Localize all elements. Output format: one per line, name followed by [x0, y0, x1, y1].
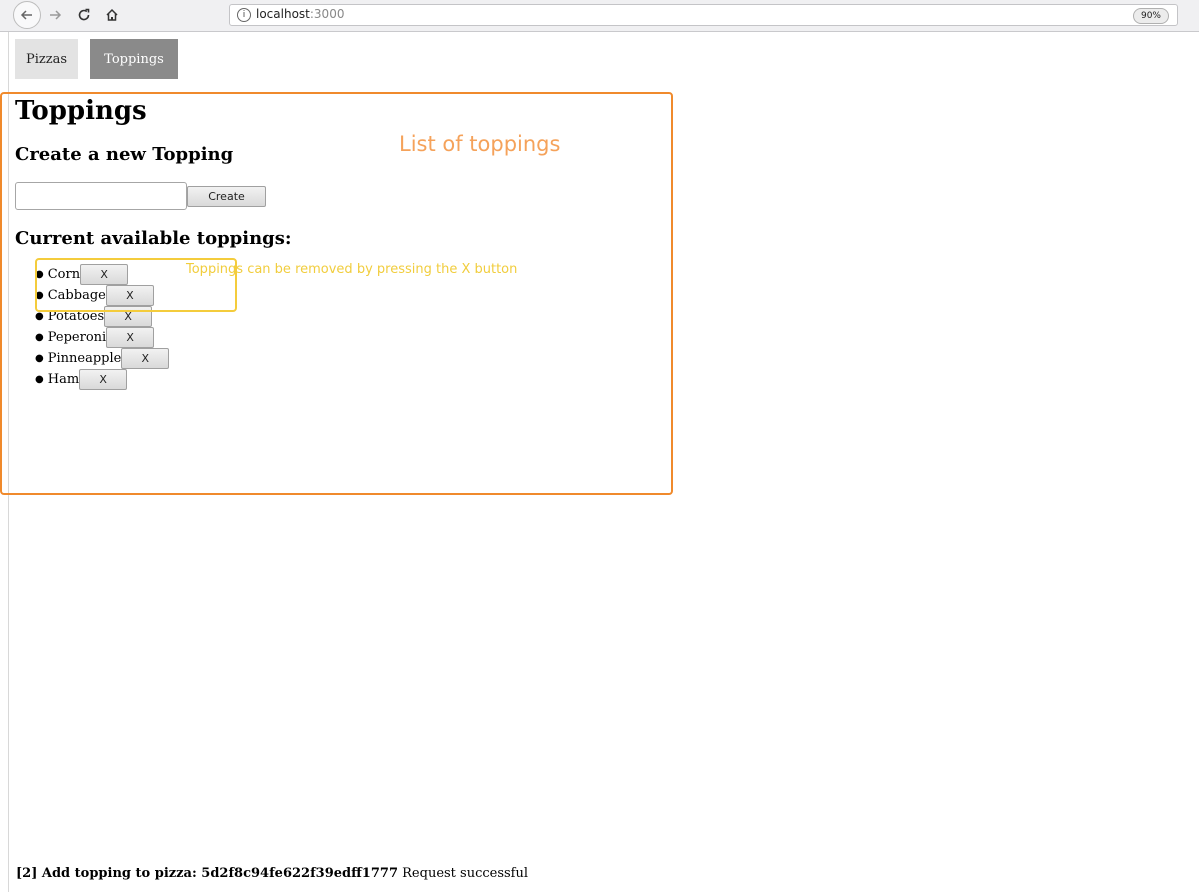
create-button[interactable]: Create [187, 186, 266, 207]
create-topping-heading: Create a new Topping [15, 144, 234, 165]
browser-toolbar: i localhost:3000 90% [0, 0, 1199, 32]
topping-name: Pinneapple [47, 351, 122, 366]
bullet-icon: ● [35, 311, 44, 322]
page-title: Toppings [15, 96, 147, 126]
bullet-icon: ● [35, 374, 44, 385]
topping-list-item: ● Peperoni X [35, 327, 155, 348]
remove-topping-button[interactable]: X [121, 348, 170, 369]
available-toppings-heading: Current available toppings: [15, 228, 292, 249]
nav-tab-pizzas[interactable]: Pizzas [15, 39, 78, 79]
status-request-info: [2] Add topping to pizza: 5d2f8c94fe622f… [16, 866, 398, 881]
home-icon [106, 8, 118, 21]
annotation-label-toppings-list: List of toppings [399, 132, 561, 156]
remove-topping-button[interactable]: X [79, 369, 128, 390]
status-message: Request successful [402, 866, 529, 881]
url-bar[interactable]: i localhost:3000 90% [229, 4, 1178, 26]
topping-list-item: ● Ham X [35, 369, 128, 390]
zoom-badge[interactable]: 90% [1132, 8, 1169, 24]
url-host: localhost [256, 7, 310, 21]
reload-button[interactable] [72, 3, 96, 27]
reload-icon [78, 8, 90, 21]
arrow-left-icon [20, 10, 32, 20]
bullet-icon: ● [35, 332, 44, 343]
url-port: :3000 [309, 7, 345, 21]
request-status-line: [2] Add topping to pizza: 5d2f8c94fe622f… [16, 866, 528, 881]
remove-topping-button[interactable]: X [106, 327, 155, 348]
new-topping-input[interactable] [15, 182, 187, 210]
arrow-right-icon [50, 10, 62, 20]
back-button[interactable] [13, 1, 41, 29]
url-text: localhost:3000 [256, 7, 344, 21]
bullet-icon: ● [35, 353, 44, 364]
forward-button[interactable] [43, 3, 67, 27]
info-icon[interactable]: i [237, 8, 251, 22]
nav-tab-toppings[interactable]: Toppings [90, 39, 178, 79]
topping-name: Peperoni [47, 330, 107, 345]
topping-list-item: ● Pinneapple X [35, 348, 170, 369]
annotation-label-remove-hint: Toppings can be removed by pressing the … [186, 262, 518, 277]
topping-name: Ham [47, 372, 80, 387]
home-button[interactable] [100, 3, 124, 27]
